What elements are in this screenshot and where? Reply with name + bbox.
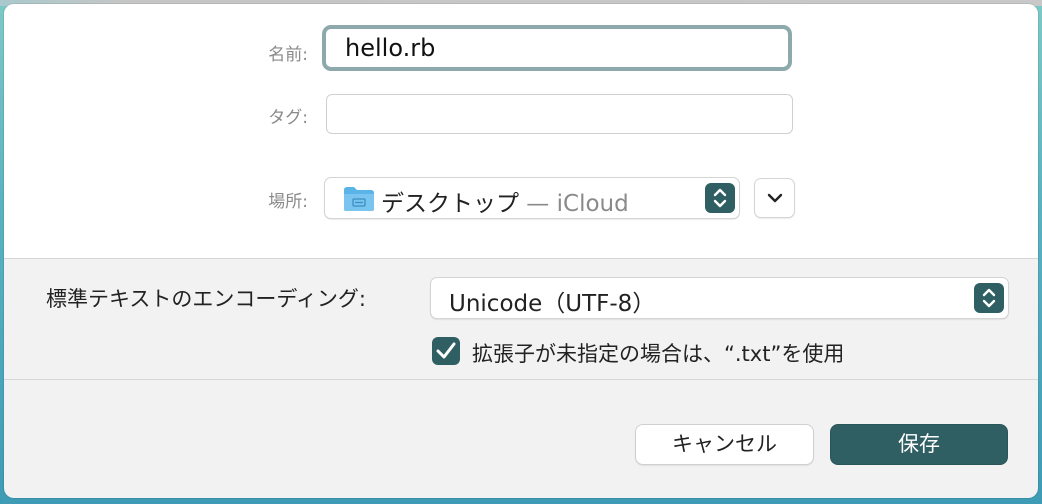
cancel-button[interactable]: キャンセル bbox=[635, 424, 814, 465]
location-popup[interactable]: デスクトップ — iCloud bbox=[324, 177, 740, 219]
up-down-chevron-icon bbox=[974, 283, 1004, 313]
filename-input[interactable]: hello.rb bbox=[322, 25, 792, 71]
encoding-popup[interactable]: Unicode（UTF-8） bbox=[430, 277, 1009, 319]
location-text: デスクトップ — iCloud bbox=[381, 184, 629, 218]
tags-label: タグ: bbox=[268, 108, 308, 128]
location-cloud-name: — iCloud bbox=[519, 191, 629, 217]
name-label: 名前: bbox=[268, 45, 308, 65]
folder-icon bbox=[343, 186, 375, 216]
expand-dialog-button[interactable] bbox=[754, 178, 795, 218]
save-button[interactable]: 保存 bbox=[830, 424, 1008, 465]
up-down-chevron-icon bbox=[705, 183, 735, 213]
where-label: 場所: bbox=[268, 192, 308, 212]
encoding-value: Unicode（UTF-8） bbox=[449, 291, 656, 317]
filename-value: hello.rb bbox=[345, 34, 436, 62]
txt-extension-checkbox[interactable] bbox=[432, 337, 460, 365]
divider bbox=[4, 379, 1038, 380]
encoding-label: 標準テキストのエンコーディング: bbox=[46, 287, 366, 311]
tags-input[interactable] bbox=[326, 94, 793, 134]
txt-extension-label[interactable]: 拡張子が未指定の場合は、“.txt”を使用 bbox=[472, 338, 844, 368]
save-dialog: 名前: hello.rb タグ: 場所: デスクトップ — iCloud 標準テ… bbox=[4, 4, 1038, 498]
location-folder-name: デスクトップ bbox=[381, 191, 519, 217]
divider bbox=[4, 258, 1038, 259]
